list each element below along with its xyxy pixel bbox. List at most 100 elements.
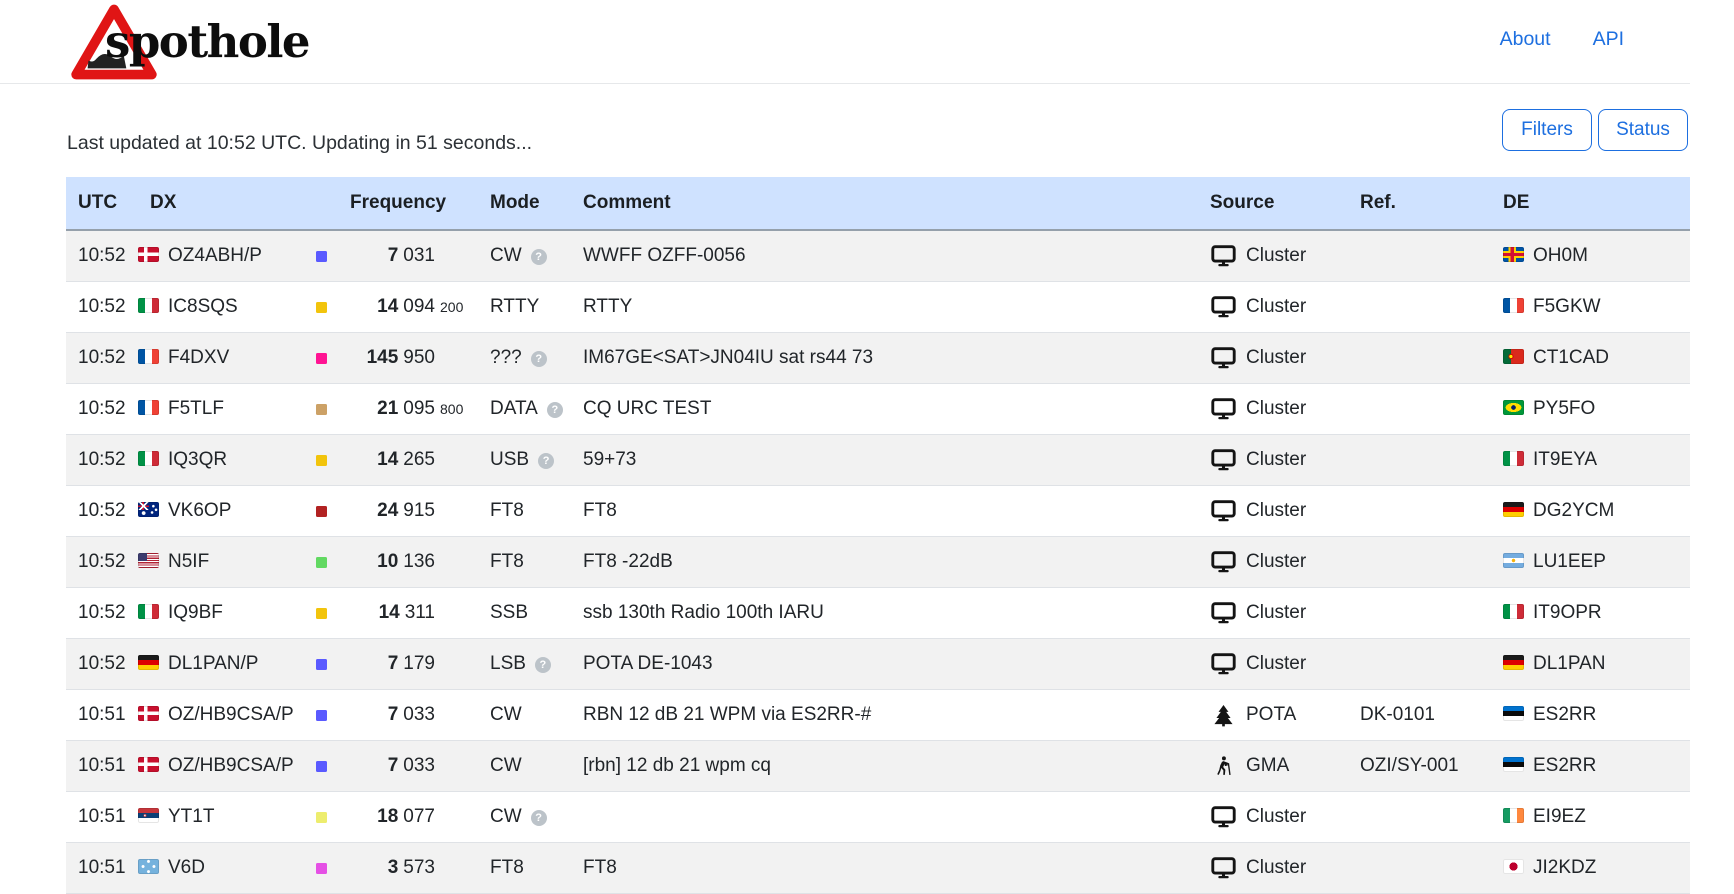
de-cell: CT1CAD xyxy=(1491,333,1690,384)
dx-callsign[interactable]: IQ3QR xyxy=(168,449,227,470)
monitor-icon xyxy=(1210,245,1236,267)
source-label: Cluster xyxy=(1246,245,1306,267)
de-cell: ES2RR xyxy=(1491,690,1690,741)
status-button[interactable]: Status xyxy=(1598,109,1688,151)
dx-callsign[interactable]: OZ/HB9CSA/P xyxy=(168,704,294,725)
germany-flag-icon xyxy=(138,655,159,670)
dx-callsign[interactable]: IQ9BF xyxy=(168,602,223,623)
de-callsign[interactable]: OH0M xyxy=(1533,245,1588,266)
dx-cell: YT1T xyxy=(126,792,304,843)
de-callsign[interactable]: IT9OPR xyxy=(1533,602,1602,623)
source-cell: Cluster xyxy=(1198,333,1348,384)
de-callsign[interactable]: ES2RR xyxy=(1533,704,1596,725)
de-callsign[interactable]: F5GKW xyxy=(1533,296,1601,317)
dx-callsign[interactable]: V6D xyxy=(168,857,205,878)
italy-flag-icon xyxy=(1503,451,1524,466)
source-label: Cluster xyxy=(1246,551,1306,573)
band-indicator xyxy=(316,455,327,466)
table-row: 10:52VK6OP24915FT8FT8ClusterDG2YCM xyxy=(66,486,1690,537)
monitor-icon xyxy=(1210,653,1236,675)
mode-help-icon[interactable]: ? xyxy=(531,351,547,367)
de-cell: IT9OPR xyxy=(1491,588,1690,639)
monitor-icon xyxy=(1210,500,1236,522)
ref-cell xyxy=(1348,282,1491,333)
monitor-icon xyxy=(1210,602,1236,624)
dx-callsign[interactable]: VK6OP xyxy=(168,500,231,521)
mode-cell: DATA? xyxy=(478,384,571,435)
de-callsign[interactable]: EI9EZ xyxy=(1533,806,1586,827)
dx-callsign[interactable]: F4DXV xyxy=(168,347,229,368)
brand-name: spothole xyxy=(105,15,309,68)
utc-cell: 10:51 xyxy=(66,690,126,741)
de-cell: F5GKW xyxy=(1491,282,1690,333)
de-callsign[interactable]: ES2RR xyxy=(1533,755,1596,776)
dx-cell: OZ/HB9CSA/P xyxy=(126,741,304,792)
nav-link-about[interactable]: About xyxy=(1500,28,1551,51)
de-callsign[interactable]: DG2YCM xyxy=(1533,500,1614,521)
table-row: 10:51YT1T18077CW?ClusterEI9EZ xyxy=(66,792,1690,843)
dx-cell: VK6OP xyxy=(126,486,304,537)
top-navigation: About API xyxy=(1500,28,1624,51)
utc-cell: 10:52 xyxy=(66,282,126,333)
mode-help-icon[interactable]: ? xyxy=(538,453,554,469)
de-callsign[interactable]: CT1CAD xyxy=(1533,347,1609,368)
source-cell: Cluster xyxy=(1198,639,1348,690)
monitor-icon xyxy=(1210,551,1236,573)
dx-callsign[interactable]: N5IF xyxy=(168,551,209,572)
comment-cell: WWFF OZFF-0056 xyxy=(571,230,1198,282)
filters-button[interactable]: Filters xyxy=(1502,109,1592,151)
dx-callsign[interactable]: OZ4ABH/P xyxy=(168,245,262,266)
source-cell: Cluster xyxy=(1198,230,1348,282)
denmark-flag-icon xyxy=(138,706,159,721)
dx-callsign[interactable]: F5TLF xyxy=(168,398,224,419)
mode-help-icon[interactable]: ? xyxy=(531,249,547,265)
mode-label: CW xyxy=(490,704,522,725)
source-cell: Cluster xyxy=(1198,435,1348,486)
italy-flag-icon xyxy=(1503,604,1524,619)
source-cell: Cluster xyxy=(1198,384,1348,435)
band-indicator xyxy=(316,812,327,823)
frequency-cell: 24915 xyxy=(304,486,478,537)
mode-help-icon[interactable]: ? xyxy=(531,810,547,826)
source-label: Cluster xyxy=(1246,500,1306,522)
monitor-icon xyxy=(1210,449,1236,471)
italy-flag-icon xyxy=(138,298,159,313)
mode-label: CW xyxy=(490,755,522,776)
ireland-flag-icon xyxy=(1503,808,1524,823)
hiker-icon xyxy=(1210,755,1236,777)
dx-callsign[interactable]: OZ/HB9CSA/P xyxy=(168,755,294,776)
table-row: 10:51OZ/HB9CSA/P7033CWRBN 12 dB 21 WPM v… xyxy=(66,690,1690,741)
de-callsign[interactable]: JI2KDZ xyxy=(1533,857,1596,878)
portugal-flag-icon xyxy=(1503,349,1524,364)
source-cell: POTA xyxy=(1198,690,1348,741)
mode-label: LSB xyxy=(490,653,526,674)
de-callsign[interactable]: LU1EEP xyxy=(1533,551,1606,572)
mode-cell: ???? xyxy=(478,333,571,384)
mode-help-icon[interactable]: ? xyxy=(535,657,551,673)
dx-callsign[interactable]: YT1T xyxy=(168,806,214,827)
frequency-cell: 14094200 xyxy=(304,282,478,333)
band-indicator xyxy=(316,659,327,670)
comment-cell: 59+73 xyxy=(571,435,1198,486)
de-callsign[interactable]: IT9EYA xyxy=(1533,449,1597,470)
de-callsign[interactable]: PY5FO xyxy=(1533,398,1595,419)
de-callsign[interactable]: DL1PAN xyxy=(1533,653,1606,674)
dx-cell: IQ9BF xyxy=(126,588,304,639)
mode-cell: FT8 xyxy=(478,537,571,588)
nav-link-api[interactable]: API xyxy=(1593,28,1624,51)
brand-logo[interactable]: spothole xyxy=(70,2,390,82)
dx-callsign[interactable]: DL1PAN/P xyxy=(168,653,258,674)
mode-help-icon[interactable]: ? xyxy=(547,402,563,418)
mode-label: SSB xyxy=(490,602,528,623)
dx-cell: IC8SQS xyxy=(126,282,304,333)
comment-cell: POTA DE-1043 xyxy=(571,639,1198,690)
frequency-value: 21095 xyxy=(327,398,435,420)
mode-cell: FT8 xyxy=(478,486,571,537)
de-cell: ES2RR xyxy=(1491,741,1690,792)
de-cell: OH0M xyxy=(1491,230,1690,282)
mode-cell: CW xyxy=(478,690,571,741)
frequency-value: 3573 xyxy=(327,857,435,879)
dx-callsign[interactable]: IC8SQS xyxy=(168,296,238,317)
frequency-value: 18077 xyxy=(327,806,435,828)
mode-label: RTTY xyxy=(490,296,539,317)
